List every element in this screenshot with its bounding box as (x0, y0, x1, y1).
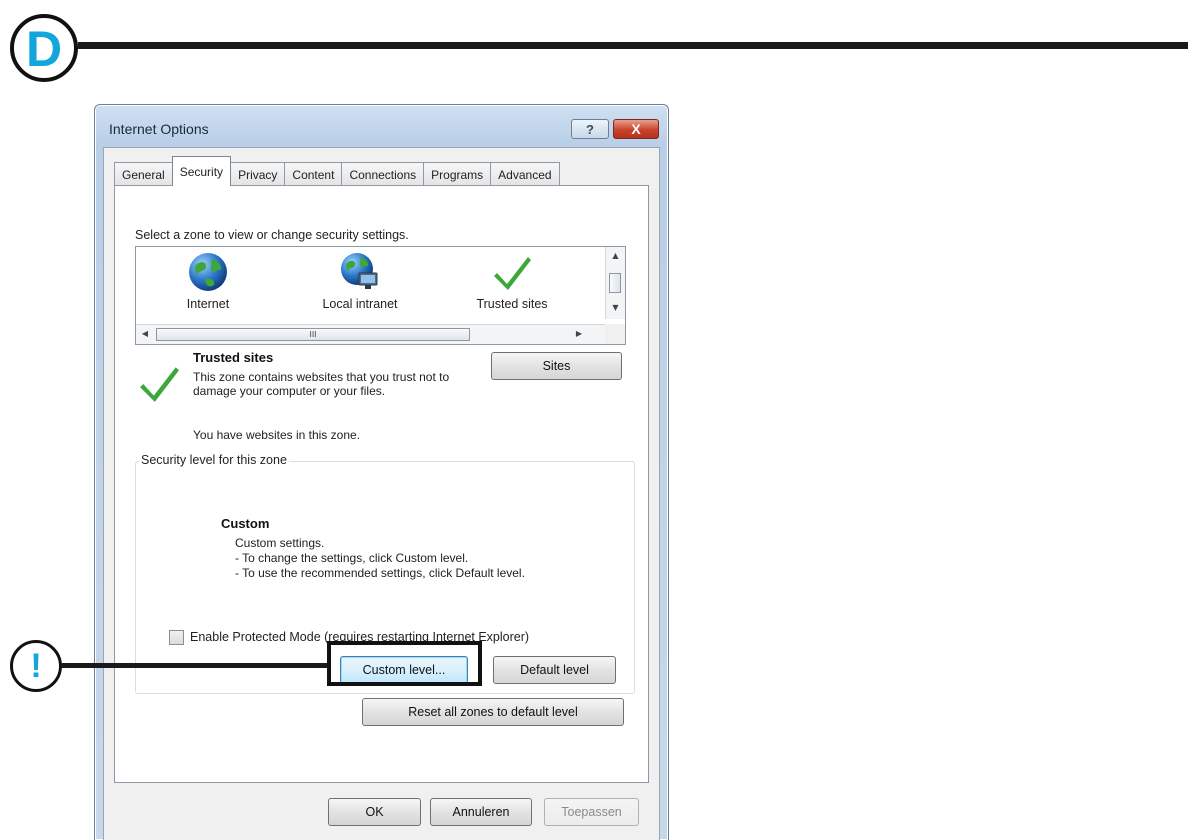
scroll-right-icon[interactable]: ▶ (572, 327, 586, 341)
scroll-left-icon[interactable]: ◀ (138, 327, 152, 341)
selected-zone-description: This zone contains websites that you tru… (193, 370, 450, 398)
zone-label-local-intranet: Local intranet (322, 297, 398, 311)
tab-connections[interactable]: Connections (341, 162, 425, 186)
internet-options-window: Internet Options ? X General Security Pr… (94, 104, 669, 840)
zone-item-local-intranet[interactable]: Local intranet (305, 251, 415, 311)
help-button[interactable]: ? (571, 119, 609, 139)
reset-all-zones-button[interactable]: Reset all zones to default level (362, 698, 624, 726)
vertical-scroll-thumb[interactable] (609, 273, 621, 293)
intranet-globe-icon (341, 253, 378, 289)
cancel-button[interactable]: Annuleren (430, 798, 532, 826)
selected-zone-check-icon (140, 367, 179, 402)
tab-content[interactable]: Content (284, 162, 343, 186)
callout-line (62, 663, 330, 668)
zone-item-internet[interactable]: Internet (153, 251, 263, 311)
globe-icon (189, 253, 227, 291)
step-divider (78, 42, 1188, 49)
step-letter: D (25, 21, 63, 77)
security-level-group-title: Security level for this zone (139, 453, 289, 467)
apply-button[interactable]: Toepassen (544, 798, 639, 826)
zone-label-internet: Internet (186, 297, 230, 311)
close-button[interactable]: X (613, 119, 659, 139)
scroll-up-icon[interactable]: ▲ (606, 249, 625, 263)
security-level-line: - To use the recommended settings, click… (235, 566, 525, 580)
zone-label-trusted-sites: Trusted sites (476, 297, 548, 311)
tab-general[interactable]: General (114, 162, 173, 186)
zone-item-trusted-sites[interactable]: Trusted sites (457, 251, 567, 311)
tab-security[interactable]: Security (171, 156, 232, 186)
scroll-corner (605, 324, 625, 344)
callout-highlight-box (327, 641, 482, 686)
warning-marker: ! (10, 640, 62, 692)
dialog-body: General Security Privacy Content Connect… (103, 147, 660, 840)
tab-programs[interactable]: Programs (423, 162, 492, 186)
default-level-button[interactable]: Default level (493, 656, 616, 684)
horizontal-scroll-thumb[interactable]: III (156, 328, 470, 341)
zone-list-vertical-scrollbar[interactable]: ▲ ▼ (605, 247, 625, 319)
security-level-line: Custom settings. (235, 536, 325, 550)
zone-list-horizontal-scrollbar[interactable]: ◀ III ▶ (136, 324, 606, 344)
zone-prompt: Select a zone to view or change security… (135, 228, 409, 242)
security-tab-panel: Select a zone to view or change security… (114, 185, 649, 783)
security-level-name: Custom (221, 516, 270, 531)
step-marker: D (10, 14, 78, 82)
tab-advanced[interactable]: Advanced (490, 162, 560, 186)
ok-button[interactable]: OK (328, 798, 421, 826)
tab-strip: General Security Privacy Content Connect… (114, 156, 560, 186)
warning-icon: ! (30, 647, 42, 685)
scroll-down-icon[interactable]: ▼ (606, 301, 625, 315)
security-level-line: - To change the settings, click Custom l… (235, 551, 469, 565)
tab-privacy[interactable]: Privacy (230, 162, 286, 186)
selected-zone-status: You have websites in this zone. (193, 428, 360, 442)
check-icon (494, 257, 531, 290)
selected-zone-title: Trusted sites (193, 350, 274, 365)
zone-list: Internet Local intranet Trusted sites ▲ … (135, 246, 626, 345)
sites-button[interactable]: Sites (491, 352, 622, 380)
protected-mode-checkbox[interactable] (169, 630, 184, 645)
window-title: Internet Options (109, 121, 209, 137)
